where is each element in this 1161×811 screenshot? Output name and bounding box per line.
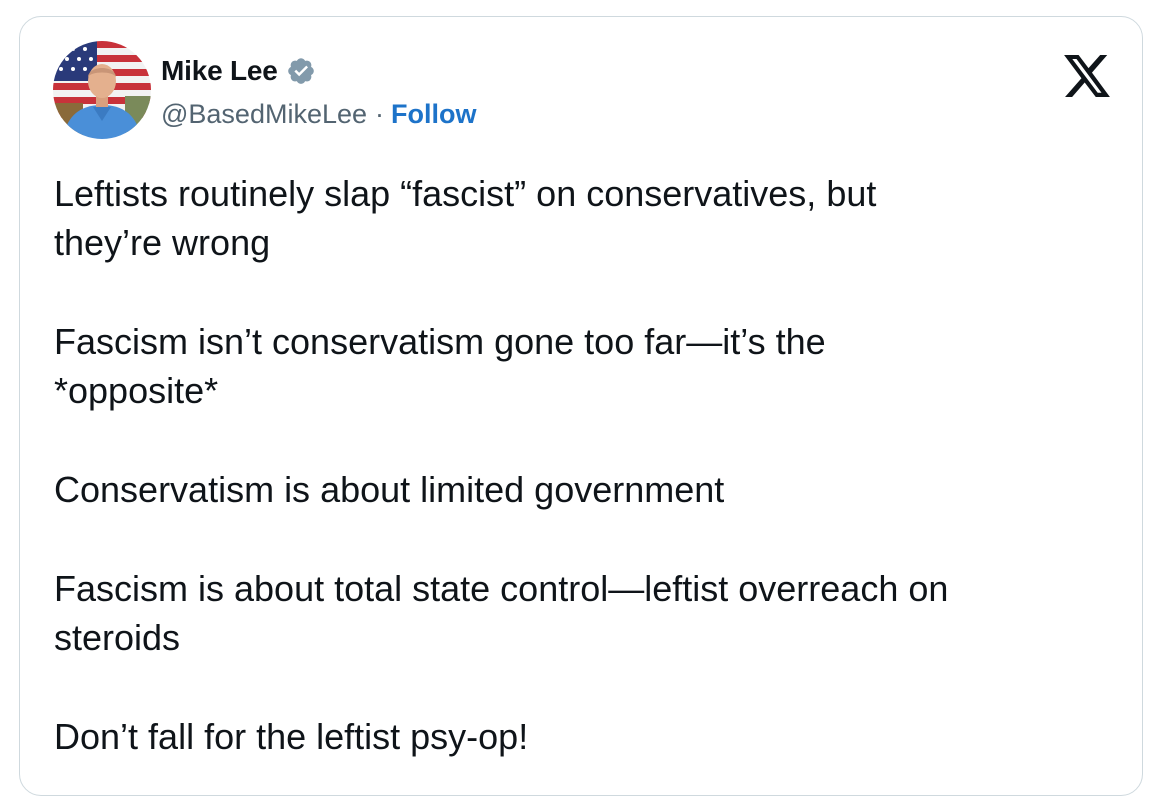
tweet-paragraph: Conservatism is about limited government [54,465,1114,514]
avatar[interactable] [53,41,151,139]
author-name-row: Mike Lee [161,53,316,89]
tweet-line: steroids [54,617,181,658]
tweet-line: Don’t fall for the leftist psy-op! [54,716,529,757]
author-handle-row: @BasedMikeLee · Follow [161,99,477,130]
author-handle[interactable]: @BasedMikeLee [161,99,367,130]
tweet-paragraph: Leftists routinely slap “fascist” on con… [54,169,1114,267]
follow-button[interactable]: Follow [391,99,476,130]
separator-dot: · [375,99,385,129]
tweet-line: Leftists routinely slap “fascist” on con… [54,173,877,214]
x-logo-icon[interactable] [1064,55,1110,97]
verified-badge-icon [287,58,314,84]
tweet-line: Fascism isn’t conservatism gone too far—… [54,321,826,362]
tweet-line: Fascism is about total state control—lef… [54,568,949,609]
tweet-paragraph: Don’t fall for the leftist psy-op! [54,712,1114,761]
tweet-line: *opposite* [54,370,219,411]
tweet-text: Leftists routinely slap “fascist” on con… [54,169,1114,811]
avatar-image [53,41,151,139]
tweet-line: Conservatism is about limited government [54,469,725,510]
tweet-line: they’re wrong [54,222,271,263]
tweet-paragraph: Fascism isn’t conservatism gone too far—… [54,317,1114,415]
author-name[interactable]: Mike Lee [161,55,278,87]
tweet-paragraph: Fascism is about total state control—lef… [54,564,1114,662]
tweet-card: Mike Lee @BasedMikeLee · Follow Leftists… [19,16,1143,796]
